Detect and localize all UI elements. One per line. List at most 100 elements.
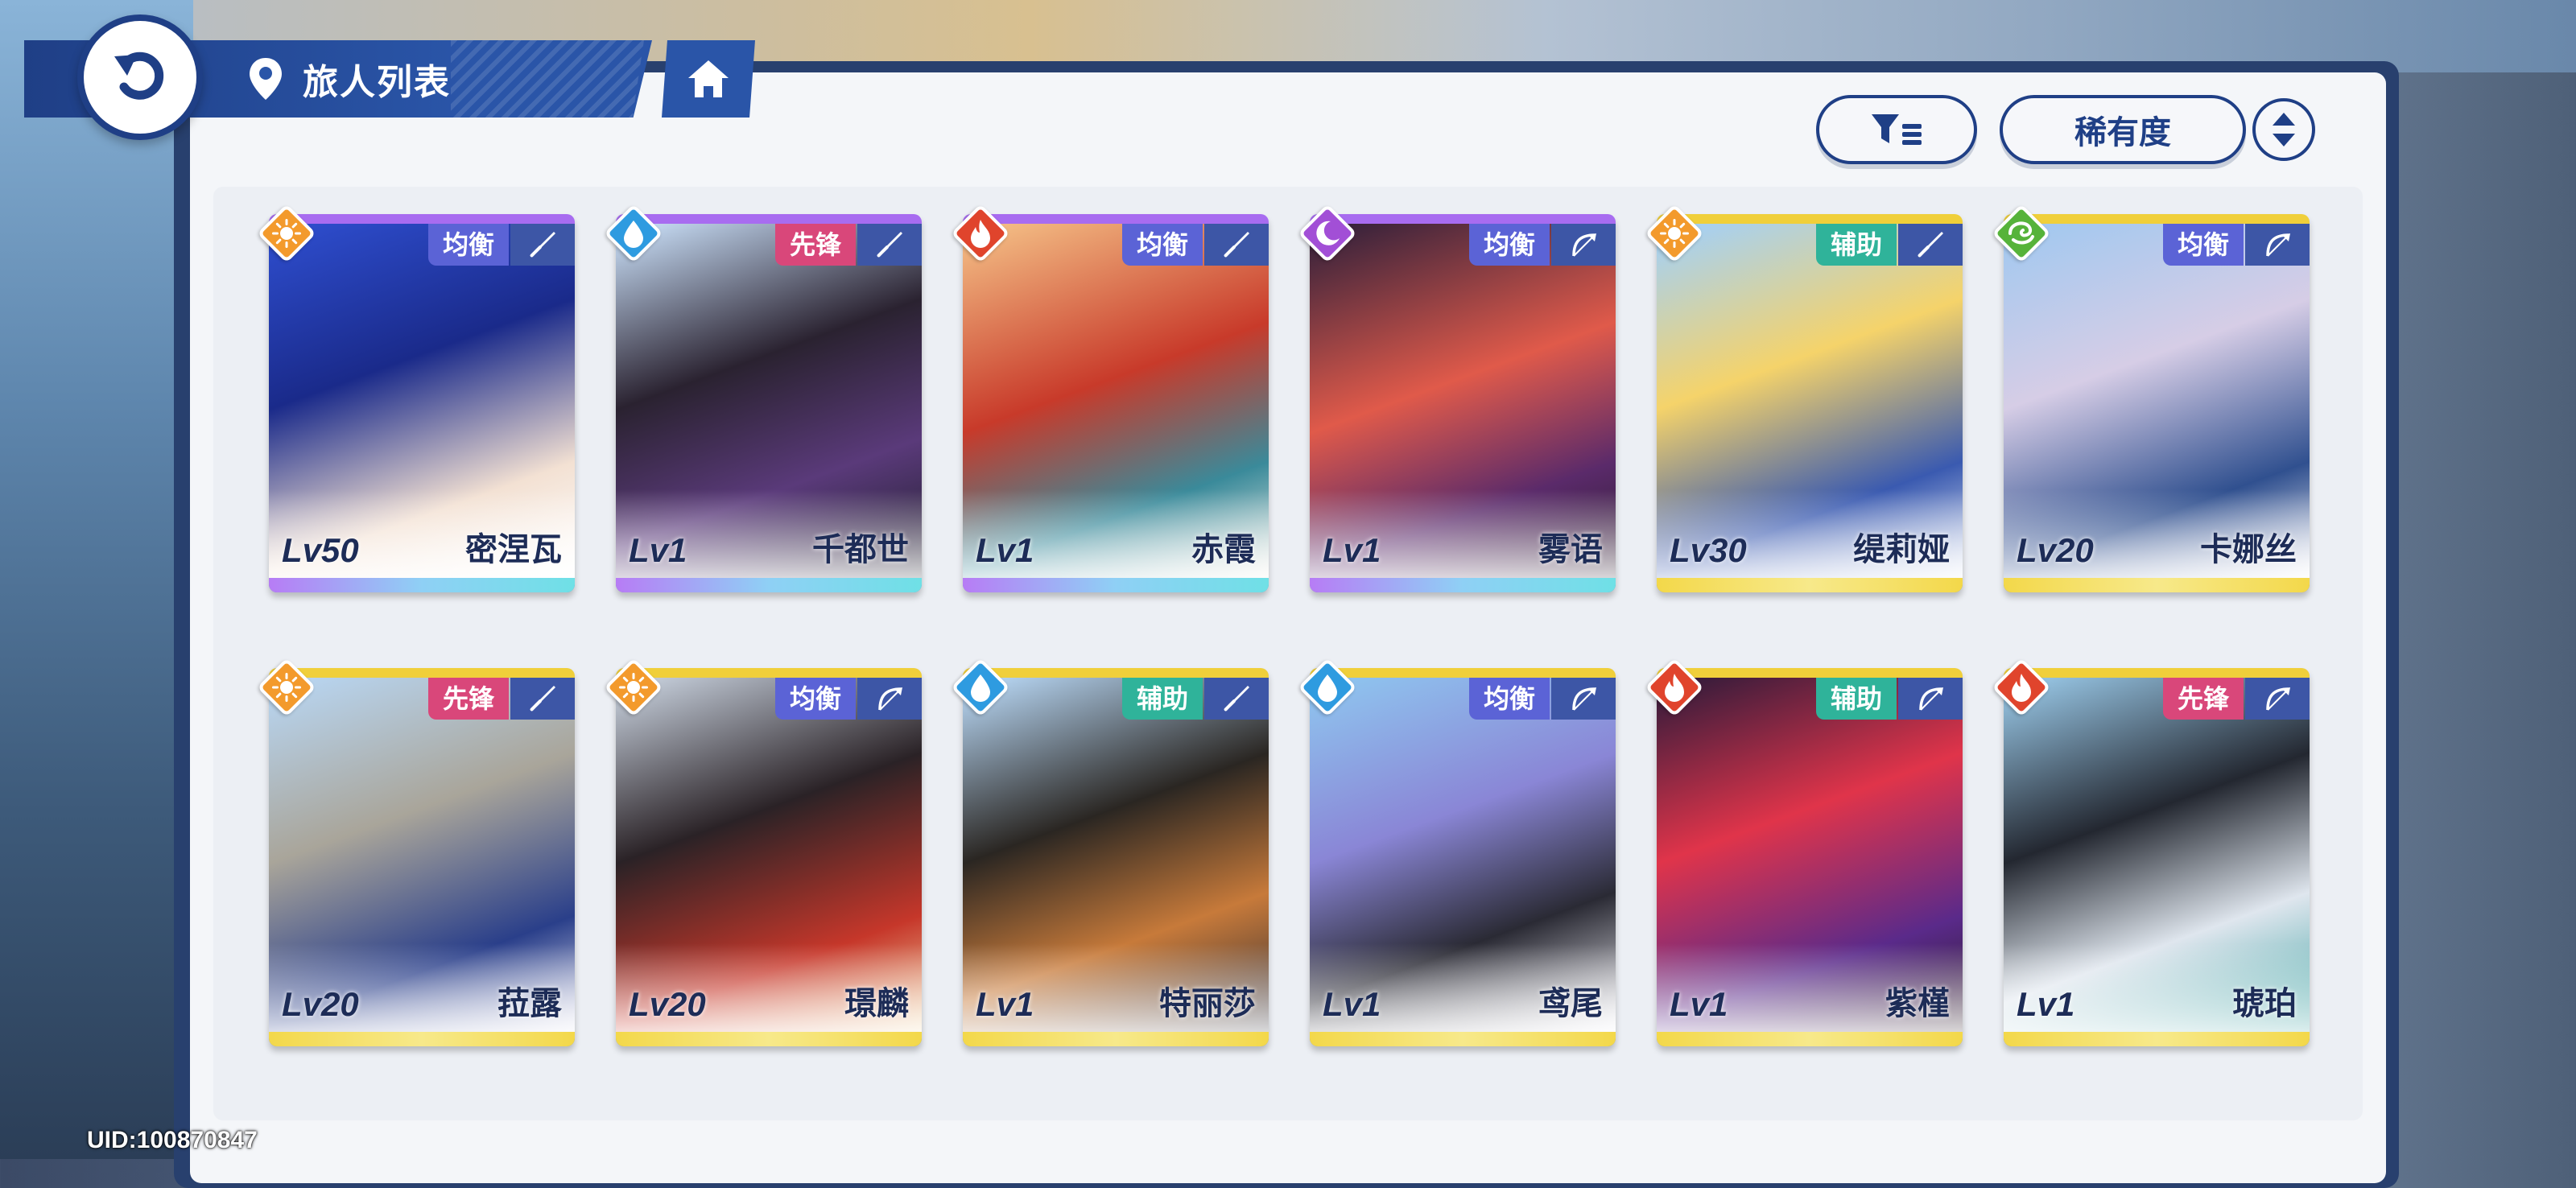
bow-icon (878, 687, 902, 711)
character-card[interactable]: 先锋 Lv1 琥珀 (2004, 668, 2310, 1046)
element-badge (1298, 658, 1357, 717)
sword-icon (1918, 232, 1943, 258)
bow-icon (1572, 233, 1596, 257)
role-badge: 均衡 (1121, 224, 1203, 266)
element-badge (604, 204, 663, 263)
character-level: Lv20 (282, 985, 359, 1023)
element-badge (951, 658, 1010, 717)
rarity-bottom-bar (269, 578, 575, 592)
character-card[interactable]: 辅助 Lv1 特丽莎 (963, 668, 1269, 1046)
user-uid: UID:100870847 (87, 1127, 258, 1153)
rarity-bottom-bar (1310, 1032, 1616, 1046)
character-level: Lv20 (2017, 531, 2094, 569)
character-level: Lv1 (976, 985, 1034, 1023)
fire-icon (2012, 674, 2031, 702)
sword-icon (530, 232, 555, 258)
role-badge: 先锋 (2162, 678, 2244, 720)
rarity-bottom-bar (616, 578, 922, 592)
character-name: 赤霞 (1191, 532, 1256, 567)
weapon-badge (1551, 678, 1616, 720)
rarity-bottom-bar (1657, 1032, 1963, 1046)
character-card[interactable]: 均衡 Lv1 鸢尾 (1310, 668, 1616, 1046)
character-name: 雾语 (1538, 532, 1603, 567)
character-card[interactable]: 均衡 Lv20 璟麟 (616, 668, 922, 1046)
back-arrow-icon (114, 52, 164, 100)
rarity-bottom-bar (2004, 1032, 2310, 1046)
fire-icon (1665, 674, 1684, 702)
filter-button[interactable] (1816, 95, 1977, 164)
back-button[interactable] (77, 14, 203, 140)
rarity-bottom-bar (1310, 578, 1616, 592)
sword-icon (530, 686, 555, 712)
sun-icon (1660, 219, 1689, 248)
bow-icon (2266, 233, 2290, 257)
rarity-bottom-bar (2004, 578, 2310, 592)
character-level: Lv1 (1323, 531, 1381, 569)
sun-icon (272, 219, 301, 248)
character-name: 紫槿 (1885, 986, 1950, 1021)
weapon-badge (510, 224, 575, 266)
character-card[interactable]: 辅助 Lv30 缇莉娅 (1657, 214, 1963, 592)
element-badge (1992, 658, 2051, 717)
character-card[interactable]: 均衡 Lv20 卡娜丝 (2004, 214, 2310, 592)
sort-order-toggle[interactable] (2252, 98, 2315, 161)
element-badge (604, 658, 663, 717)
character-level: Lv1 (2017, 985, 2075, 1023)
character-level: Lv1 (629, 531, 687, 569)
rarity-bottom-bar (963, 578, 1269, 592)
rarity-bottom-bar (963, 1032, 1269, 1046)
weapon-badge (1204, 224, 1269, 266)
element-badge (1645, 658, 1704, 717)
weapon-badge (1898, 678, 1963, 720)
character-name: 琥珀 (2232, 986, 2297, 1021)
title-bar-pattern (451, 40, 644, 118)
water-icon (624, 221, 643, 248)
character-card[interactable]: 均衡 Lv50 密涅瓦 (269, 214, 575, 592)
element-badge (257, 204, 316, 263)
role-badge: 均衡 (1468, 678, 1550, 720)
sort-by-rarity-button[interactable]: 稀有度 (2000, 95, 2246, 164)
sun-icon (619, 673, 648, 702)
character-level: Lv1 (1323, 985, 1381, 1023)
sort-order-icon (2273, 113, 2295, 146)
character-card[interactable]: 均衡 Lv1 雾语 (1310, 214, 1616, 592)
element-badge (1645, 204, 1704, 263)
weapon-badge (857, 224, 922, 266)
bow-icon (1919, 687, 1943, 711)
rarity-bottom-bar (1657, 578, 1963, 592)
sword-icon (1224, 232, 1249, 258)
water-icon (1318, 674, 1337, 702)
character-name: 缇莉娅 (1853, 532, 1950, 567)
weapon-badge (1898, 224, 1963, 266)
role-badge: 辅助 (1815, 224, 1897, 266)
character-name: 千都世 (812, 532, 909, 567)
fire-icon (971, 220, 990, 248)
character-name: 密涅瓦 (465, 532, 562, 567)
role-badge: 均衡 (774, 678, 856, 720)
role-badge: 先锋 (774, 224, 856, 266)
character-card[interactable]: 先锋 Lv1 千都世 (616, 214, 922, 592)
character-card[interactable]: 先锋 Lv20 菈露 (269, 668, 575, 1046)
role-badge: 辅助 (1815, 678, 1897, 720)
role-badge: 均衡 (1468, 224, 1550, 266)
rarity-bottom-bar (616, 1032, 922, 1046)
location-pin-icon (250, 58, 282, 100)
bow-icon (1572, 687, 1596, 711)
character-level: Lv1 (976, 531, 1034, 569)
filter-icon (1872, 114, 1922, 145)
sword-icon (877, 232, 902, 258)
character-name: 鸢尾 (1538, 986, 1603, 1021)
home-icon (688, 60, 729, 97)
weapon-badge (1204, 678, 1269, 720)
character-card[interactable]: 均衡 Lv1 赤霞 (963, 214, 1269, 592)
character-name: 璟麟 (844, 986, 909, 1021)
character-card[interactable]: 辅助 Lv1 紫槿 (1657, 668, 1963, 1046)
character-level: Lv20 (629, 985, 706, 1023)
wind-icon (2008, 221, 2034, 245)
role-badge: 均衡 (2162, 224, 2244, 266)
element-badge (1298, 204, 1357, 263)
weapon-badge (1551, 224, 1616, 266)
page-title: 旅人列表 (303, 63, 451, 102)
weapon-badge (857, 678, 922, 720)
home-button[interactable] (662, 40, 755, 118)
